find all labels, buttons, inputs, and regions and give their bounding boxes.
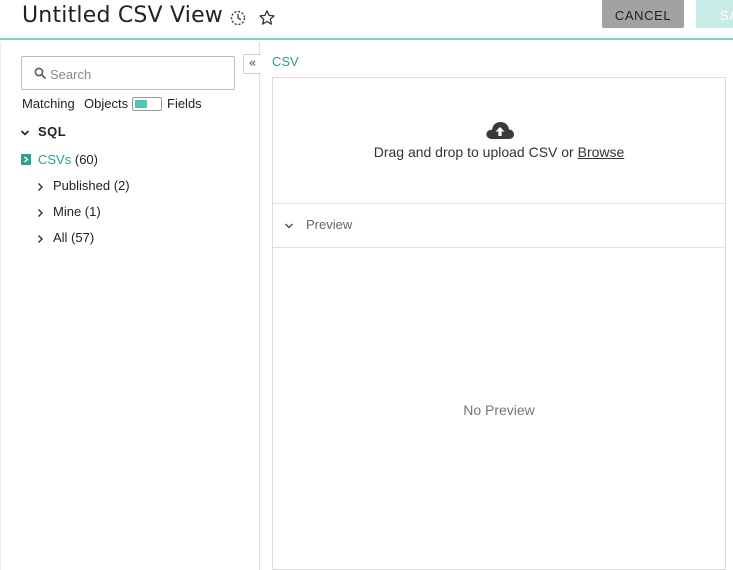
- search-box[interactable]: [21, 56, 235, 90]
- star-icon[interactable]: [258, 9, 276, 27]
- preview-header[interactable]: Preview: [273, 204, 725, 248]
- cancel-button[interactable]: CANCEL: [602, 0, 684, 28]
- upload-instructions: Drag and drop to upload CSV or Browse: [273, 144, 725, 160]
- save-button[interactable]: SA: [696, 0, 733, 28]
- header-bar: Untitled CSV View CANCEL SA: [0, 0, 733, 40]
- preview-label: Preview: [306, 217, 353, 232]
- chevron-right-icon: [38, 235, 43, 243]
- tab-csv[interactable]: CSV: [272, 54, 299, 69]
- browse-link[interactable]: Browse: [578, 144, 625, 160]
- chevron-right-icon: [38, 209, 43, 217]
- search-icon: [34, 67, 46, 79]
- chevron-right-icon: [38, 183, 43, 191]
- history-icon[interactable]: [230, 10, 246, 26]
- cloud-upload-icon: [486, 122, 514, 139]
- tree-item-sql[interactable]: SQL: [1, 124, 260, 142]
- search-input[interactable]: [50, 65, 225, 83]
- upload-dropzone[interactable]: Drag and drop to upload CSV or Browse: [273, 78, 725, 204]
- double-chevron-left-icon: «: [248, 56, 257, 71]
- csvs-label: CSVs: [38, 152, 72, 167]
- chevron-down-icon: [20, 130, 30, 136]
- tree-item-label: Mine (1): [53, 204, 101, 219]
- tree-item-csvs[interactable]: CSVs (60): [1, 152, 260, 170]
- csv-panel: Drag and drop to upload CSV or Browse Pr…: [272, 77, 726, 570]
- main-panel: CSV Drag and drop to upload CSV or Brows…: [261, 42, 733, 570]
- tree-item-published[interactable]: Published (2): [1, 178, 260, 196]
- sidebar: « Matching Objects Fields SQL CSVs (60): [0, 42, 261, 570]
- toggle-knob: [135, 100, 147, 108]
- csv-folder-icon: [21, 154, 31, 165]
- fields-label[interactable]: Fields: [167, 96, 202, 111]
- chevron-down-icon: [284, 223, 294, 229]
- tree-item-all[interactable]: All (57): [1, 230, 260, 248]
- page-title: Untitled CSV View: [22, 3, 223, 28]
- collapse-sidebar-button[interactable]: «: [243, 54, 261, 74]
- tree-item-sql-label: SQL: [38, 124, 67, 139]
- tree-item-label: Published (2): [53, 178, 130, 193]
- tree-item-csvs-text: CSVs (60): [38, 152, 98, 167]
- matching-label: Matching: [22, 96, 75, 111]
- tree-item-label: All (57): [53, 230, 95, 245]
- objects-fields-toggle[interactable]: [132, 97, 162, 111]
- no-preview-message: No Preview: [463, 402, 535, 418]
- tree-item-mine[interactable]: Mine (1): [1, 204, 260, 222]
- objects-label[interactable]: Objects: [84, 96, 128, 111]
- csvs-count: (60): [74, 152, 98, 167]
- upload-text: Drag and drop to upload CSV or: [373, 144, 574, 160]
